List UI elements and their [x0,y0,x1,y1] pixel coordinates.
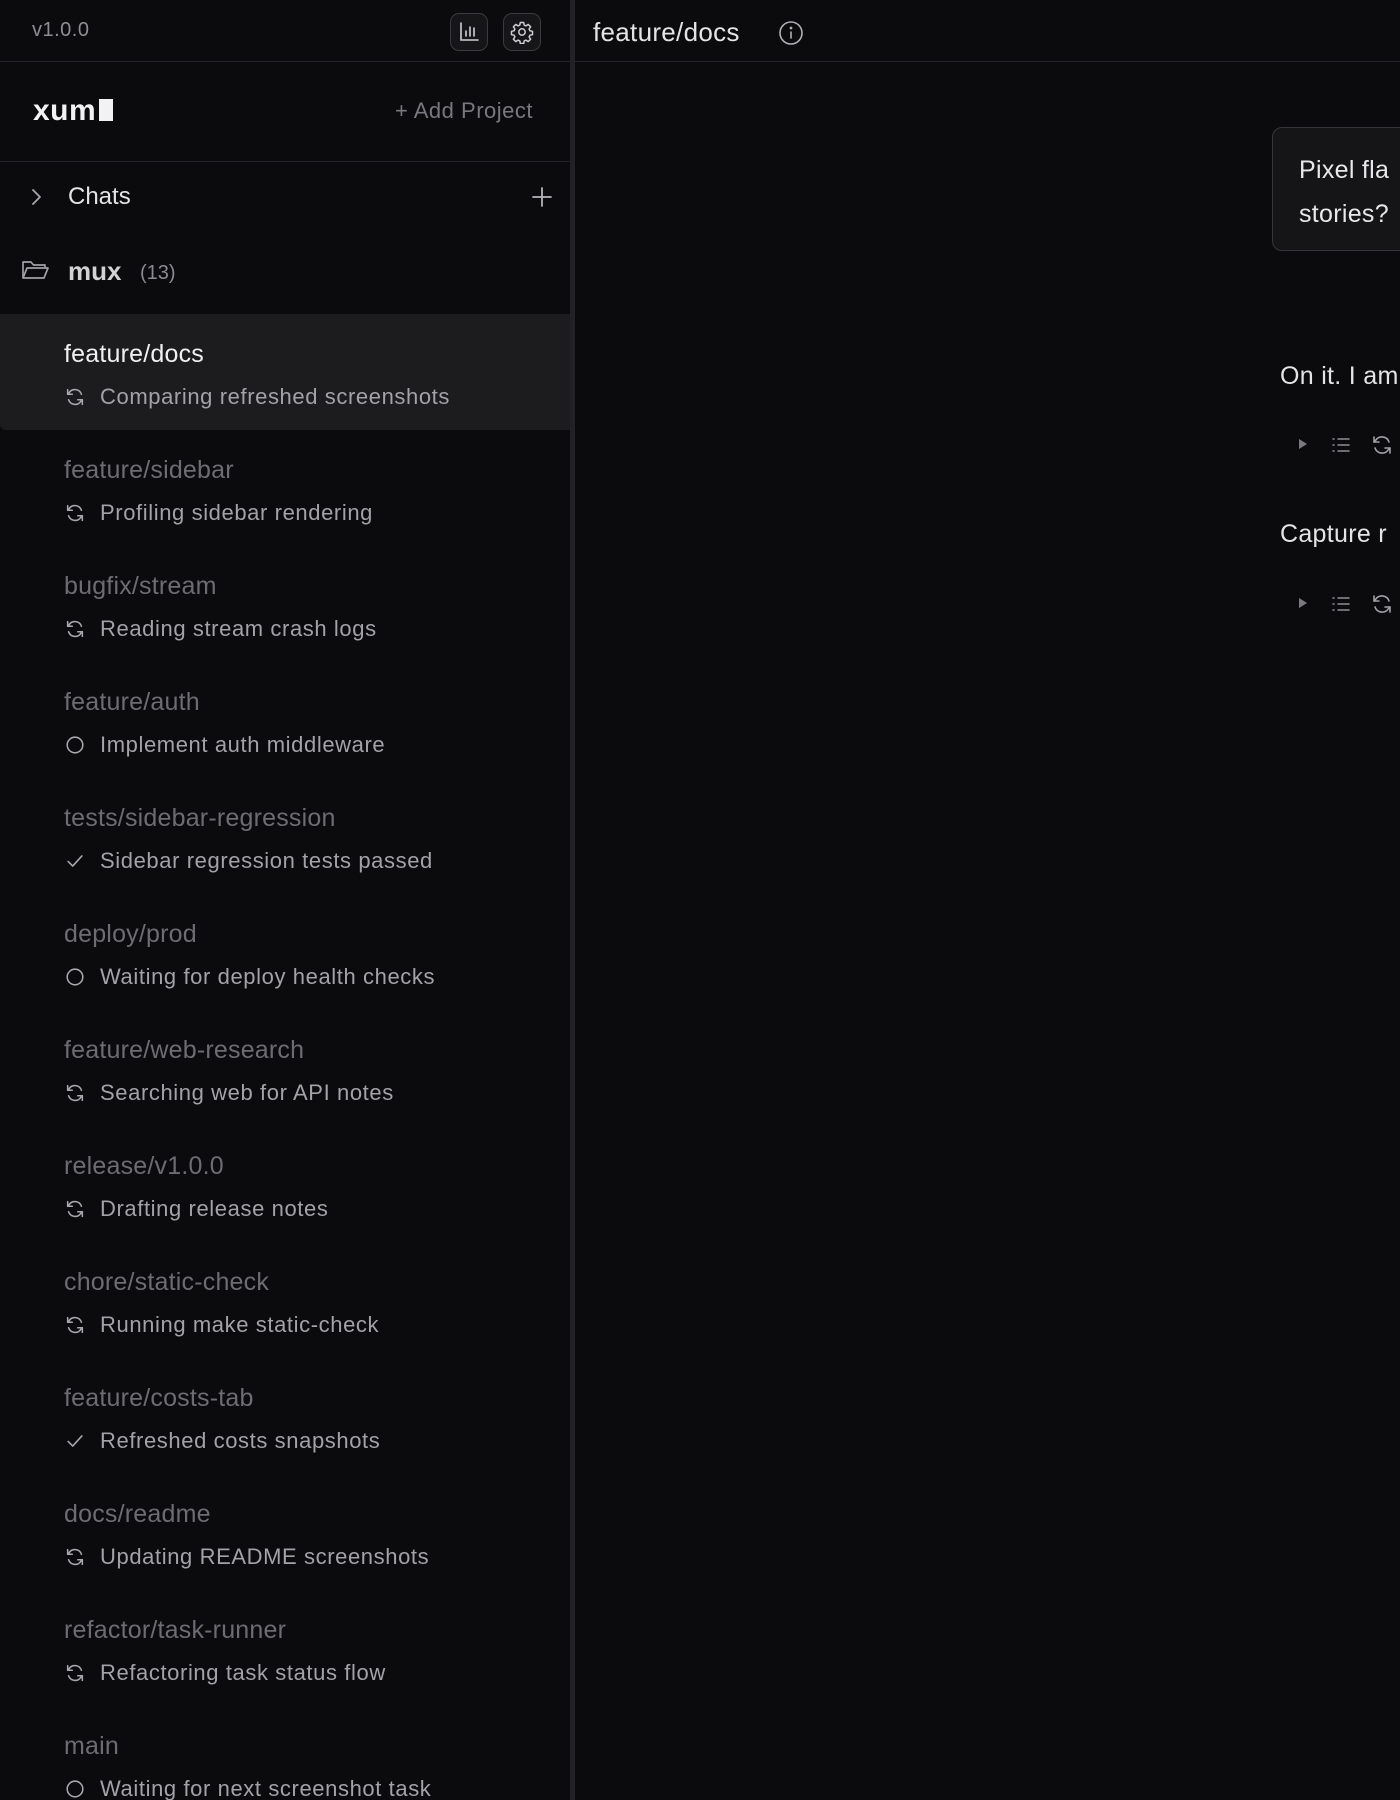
sync-icon [66,1200,84,1218]
workspace-status: Waiting for deploy health checks [100,964,436,989]
tool-call-row[interactable] [1295,430,1400,460]
workspace-name: docs/readme [64,1500,211,1528]
folder-open-icon [22,261,49,279]
version-label: v1.0.0 [32,19,90,41]
sync-icon [66,1664,84,1682]
workspace-item[interactable]: bugfix/stream Reading stream crash logs [0,546,570,662]
user-message-text: Pixel fla stories? [1299,156,1390,228]
sidebar: v1.0.0 xum + Add Project Chats mux (13) … [0,0,570,1800]
workspace-item[interactable]: release/v1.0.0 Drafting release notes [0,1126,570,1242]
workspace-status: Drafting release notes [100,1196,329,1221]
expand-triangle-icon[interactable] [1295,595,1311,611]
project-workspace-count: (13) [140,262,176,284]
workspace-item[interactable]: deploy/prod Waiting for deploy health che… [0,894,570,1010]
stats-button[interactable] [450,13,488,51]
workspace-title: feature/docs [593,17,740,47]
workspace-list: feature/docs Comparing refreshed screensh… [0,314,570,1800]
user-message-bubble: Pixel fla stories? [1272,127,1400,251]
workspace-item[interactable]: chore/static-check Running make static-ch… [0,1242,570,1358]
new-chat-plus-icon[interactable] [530,185,554,209]
workspace-name: feature/sidebar [64,456,234,484]
circle-icon [66,736,84,754]
chevron-right-icon[interactable] [26,186,46,208]
sidebar-top-bar: v1.0.0 [0,0,570,62]
chats-section-header[interactable]: Chats [0,162,570,234]
logo-text: xum [33,94,97,127]
sync-icon [1373,436,1391,454]
tool-call-row[interactable] [1295,589,1400,619]
chat-header: feature/docs [575,0,1400,62]
add-project-button[interactable]: + Add Project [395,98,533,124]
list-icon [1332,438,1350,452]
info-icon[interactable] [778,20,804,46]
workspace-status: Searching web for API notes [100,1080,394,1105]
workspace-status: Sidebar regression tests passed [100,848,433,873]
assistant-message-text: On it. I am [1280,362,1399,390]
workspace-item[interactable]: feature/costs-tab Refreshed costs snapsho… [0,1358,570,1474]
circle-icon [66,968,84,986]
workspace-item[interactable]: feature/sidebar Profiling sidebar renderi… [0,430,570,546]
sync-icon [66,504,84,522]
workspace-status: Implement auth middleware [100,732,386,757]
workspace-name: deploy/prod [64,920,197,948]
workspace-name: bugfix/stream [64,572,217,600]
workspace-status: Reading stream crash logs [100,616,377,641]
workspace-status: Comparing refreshed screenshots [100,384,450,409]
project-row-mux[interactable]: mux (13) [0,234,570,306]
workspace-name: feature/costs-tab [64,1384,254,1412]
sync-icon [66,620,84,638]
workspace-name: release/v1.0.0 [64,1152,224,1180]
workspace-name: feature/docs [64,340,204,368]
project-name: mux [68,256,122,286]
check-icon [67,1435,83,1447]
list-icon [1332,597,1350,611]
app-logo: xum [33,94,114,128]
workspace-status: Refreshed costs snapshots [100,1428,381,1453]
workspace-status: Profiling sidebar rendering [100,500,374,525]
logo-cursor [99,99,114,121]
settings-button[interactable] [503,13,541,51]
workspace-item[interactable]: tests/sidebar-regression Sidebar regressi… [0,778,570,894]
sync-icon [66,1084,84,1102]
workspace-name: feature/web-research [64,1036,305,1064]
workspace-item[interactable]: docs/readme Updating README screenshots [0,1474,570,1590]
check-icon [67,855,83,867]
workspace-status: Refactoring task status flow [100,1660,386,1685]
workspace-name: tests/sidebar-regression [64,804,336,832]
sync-icon [66,1316,84,1334]
expand-triangle-icon[interactable] [1295,436,1311,452]
workspace-item[interactable]: feature/docs Comparing refreshed screensh… [0,314,570,430]
workspace-name: main [64,1732,119,1760]
workspace-name: refactor/task-runner [64,1616,287,1644]
chat-panel: feature/docs Pixel fla stories? On it. I… [575,0,1400,1800]
sync-icon [66,388,84,406]
workspace-item[interactable]: refactor/task-runner Refactoring task sta… [0,1590,570,1706]
chats-label: Chats [68,183,131,210]
workspace-name: feature/auth [64,688,200,716]
workspace-status: Running make static-check [100,1312,380,1337]
workspace-name: chore/static-check [64,1268,270,1296]
sync-icon [1373,595,1391,613]
workspace-item[interactable]: main Waiting for next screenshot task [0,1706,570,1800]
bar-chart-icon [460,22,479,41]
gear-icon [510,21,534,44]
brand-row: xum + Add Project [0,62,570,162]
workspace-item[interactable]: feature/auth Implement auth middleware [0,662,570,778]
circle-icon [66,1780,84,1798]
workspace-item[interactable]: feature/web-research Searching web for AP… [0,1010,570,1126]
workspace-status: Updating README screenshots [100,1544,430,1569]
workspace-status: Waiting for next screenshot task [100,1776,432,1800]
assistant-message-text: Capture r [1280,520,1387,548]
sync-icon [66,1548,84,1566]
